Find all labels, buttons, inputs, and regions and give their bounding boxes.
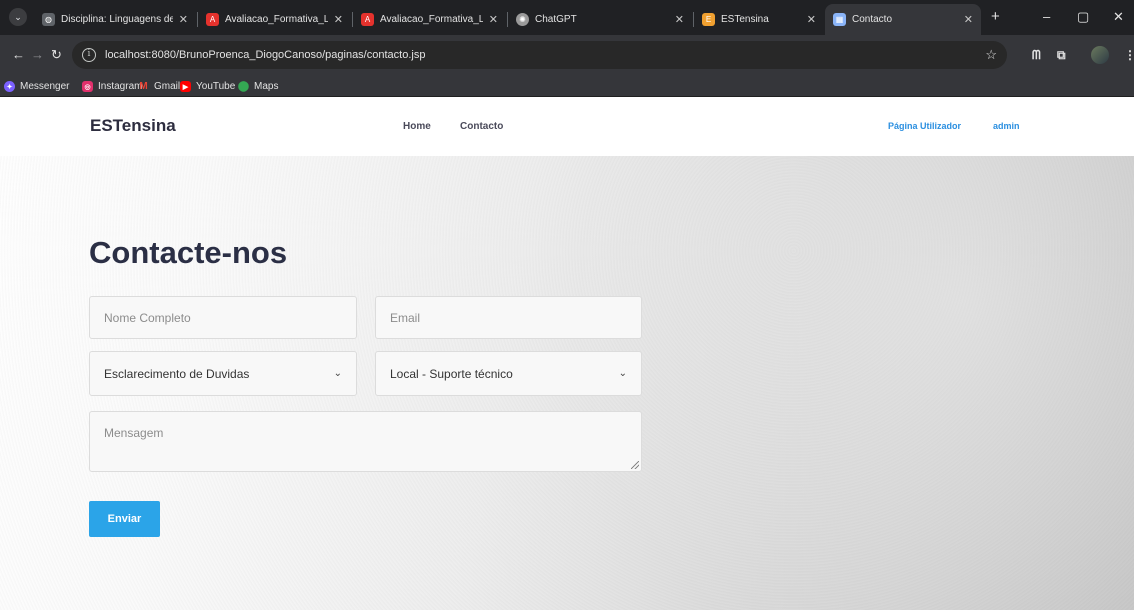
site-header: ESTensina Home Contacto Página Utilizado… (0, 97, 1134, 156)
full-name-input[interactable] (89, 296, 357, 339)
address-bar[interactable]: i localhost:8080/BrunoProenca_DiogoCanos… (72, 41, 1007, 69)
profile-avatar[interactable] (1091, 46, 1109, 64)
subject-select[interactable]: Esclarecimento de Duvidas ⌄ (89, 351, 357, 396)
close-window-button[interactable]: ✕ (1113, 9, 1124, 25)
youtube-icon: ▶ (180, 81, 191, 92)
page-title: Contacte-nos (89, 235, 288, 270)
local-select-value: Local - Suporte técnico (390, 366, 513, 381)
bookmark-label: Maps (254, 81, 279, 92)
textarea-resize-handle[interactable] (631, 461, 639, 469)
tab-chatgpt[interactable]: ✺ ChatGPT ✕ (508, 4, 692, 35)
bookmark-messenger[interactable]: ✦ Messenger (4, 79, 69, 94)
close-tab-icon[interactable]: ✕ (807, 13, 816, 26)
close-tab-icon[interactable]: ✕ (675, 13, 684, 26)
tab-title: ESTensina (721, 14, 769, 25)
bookmark-label: Gmail (154, 81, 181, 92)
browser-toolbar: ← → ↻ i localhost:8080/BrunoProenca_Diog… (0, 35, 1134, 76)
nav-pagina-utilizador[interactable]: Página Utilizador (888, 121, 961, 131)
estensina-icon: E (702, 13, 715, 26)
pdf-icon: A (361, 13, 374, 26)
tab-estensina[interactable]: E ESTensina ✕ (694, 4, 824, 35)
extension-m-icon[interactable]: ᗰ (1032, 47, 1041, 63)
email-input[interactable] (375, 296, 642, 339)
tab-disciplina[interactable]: ◍ Disciplina: Linguagens de P ✕ (34, 4, 196, 35)
site-info-icon[interactable]: i (82, 48, 96, 62)
browser-menu-icon[interactable]: ⋮ (1124, 47, 1134, 63)
instagram-icon: ◎ (82, 81, 93, 92)
back-arrow-icon[interactable]: ← (12, 47, 25, 63)
page-viewport: ESTensina Home Contacto Página Utilizado… (0, 97, 1134, 610)
site-logo[interactable]: ESTensina (90, 116, 176, 136)
bookmark-star-icon[interactable]: ☆ (985, 47, 997, 63)
chevron-down-icon: ⌄ (333, 368, 342, 379)
chevron-down-icon: ⌄ (618, 368, 627, 379)
tab-title: Avaliacao_Formativa_LPI_LI (225, 14, 328, 25)
local-select[interactable]: Local - Suporte técnico ⌄ (375, 351, 642, 396)
maximize-button[interactable]: ▢ (1077, 9, 1089, 25)
message-textarea[interactable] (89, 411, 642, 472)
tab-title: Contacto (852, 14, 893, 25)
bookmark-maps[interactable]: ⬤ Maps (237, 79, 279, 94)
minimize-button[interactable]: – (1043, 9, 1050, 25)
tab-title: Avaliacao_Formativa_LPI_LI (380, 14, 483, 25)
close-tab-icon[interactable]: ✕ (334, 13, 343, 26)
forward-arrow-icon[interactable]: → (31, 47, 44, 63)
tab-contacto[interactable]: ▦ Contacto ✕ (825, 4, 981, 35)
bookmark-label: YouTube (196, 81, 236, 92)
extensions-puzzle-icon[interactable]: ⧉ (1057, 47, 1066, 63)
browser-tab-strip: ⌄ ◍ Disciplina: Linguagens de P ✕ A Aval… (0, 0, 1134, 35)
maps-icon: ⬤ (237, 81, 250, 92)
close-tab-icon[interactable]: ✕ (179, 13, 188, 26)
subject-select-value: Esclarecimento de Duvidas (104, 366, 250, 381)
tab-avaliacao-2[interactable]: A Avaliacao_Formativa_LPI_LI ✕ (353, 4, 506, 35)
pdf-icon: A (206, 13, 219, 26)
globe-icon: ◍ (42, 13, 55, 26)
address-url: localhost:8080/BrunoProenca_DiogoCanoso/… (105, 49, 426, 61)
messenger-icon: ✦ (4, 81, 15, 92)
bookmark-label: Instagram (98, 81, 143, 92)
bookmark-gmail[interactable]: M Gmail (138, 79, 180, 94)
bookmark-instagram[interactable]: ◎ Instagram (82, 79, 142, 94)
bookmarks-bar: ✦ Messenger ◎ Instagram M Gmail ▶ YouTub… (0, 76, 1134, 97)
gmail-icon: M (139, 81, 148, 92)
nav-home[interactable]: Home (403, 121, 431, 132)
bookmark-label: Messenger (20, 81, 70, 92)
chatgpt-icon: ✺ (516, 13, 529, 26)
tab-title: ChatGPT (535, 14, 577, 25)
reload-icon[interactable]: ↻ (51, 47, 62, 63)
tab-search-chevron-icon[interactable]: ⌄ (9, 8, 27, 26)
submit-button[interactable]: Enviar (89, 501, 160, 537)
close-tab-icon[interactable]: ✕ (489, 13, 498, 26)
tab-title: Disciplina: Linguagens de P (61, 14, 173, 25)
bookmark-youtube[interactable]: ▶ YouTube (180, 79, 235, 94)
tab-avaliacao-1[interactable]: A Avaliacao_Formativa_LPI_LI ✕ (198, 4, 351, 35)
close-tab-icon[interactable]: ✕ (964, 13, 973, 26)
new-tab-button[interactable]: + (991, 9, 1000, 25)
nav-contacto[interactable]: Contacto (460, 121, 503, 132)
contacto-icon: ▦ (833, 13, 846, 26)
nav-admin[interactable]: admin (993, 121, 1020, 131)
